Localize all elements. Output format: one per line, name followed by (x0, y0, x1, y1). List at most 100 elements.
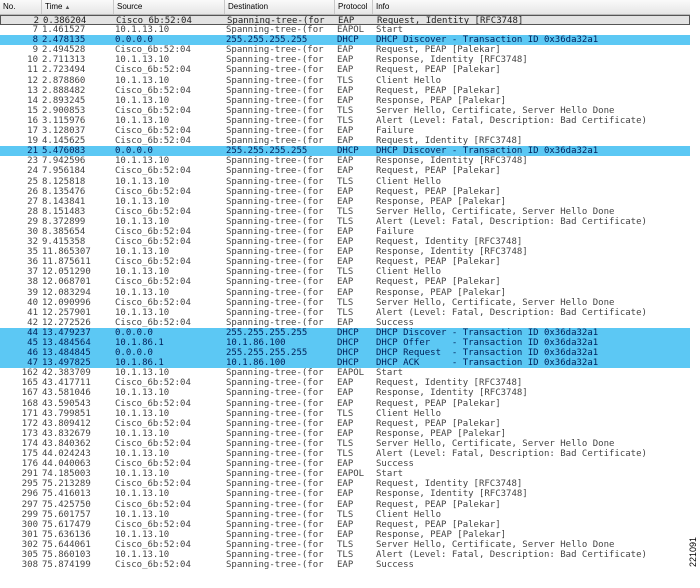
packet-no: 7 (32, 25, 38, 36)
table-row[interactable]: 165 43.417711 Cisco_6b:52:04 Spanning-tree-… (0, 378, 690, 388)
column-header-protocol[interactable]: Protocol (335, 0, 373, 14)
packet-protocol: EAP (337, 499, 354, 510)
packet-protocol: EAP (337, 156, 354, 167)
packet-list-header: No. Time ▲ Source Destination Protocol In… (0, 0, 690, 15)
packet-protocol: EAP (337, 65, 354, 76)
table-row[interactable]: 297 75.425750 Cisco_6b:52:04 Spanning-tree-… (0, 500, 690, 510)
table-row[interactable]: 162 42.383709 10.1.13.10 Spanning-tree-(for… (0, 368, 690, 378)
table-row[interactable]: 8 2.478135 0.0.0.0 255.255.255.255 DHCP DHCP … (0, 35, 690, 46)
packet-info: Server Hello, Certificate, Server Hello … (376, 539, 615, 550)
table-row[interactable]: 17 3.128037 Cisco_6b:52:04 Spanning-tree-(f… (0, 126, 690, 136)
table-row[interactable]: 14 2.893245 10.1.13.10 Spanning-tree-(for EA… (0, 96, 690, 106)
table-row[interactable]: 13 2.888482 Cisco_6b:52:04 Spanning-tree-(f… (0, 86, 690, 96)
packet-source: Cisco_6b:52:04 (115, 277, 191, 288)
table-row[interactable]: 302 75.644061 Cisco_6b:52:04 Spanning-tree-… (0, 540, 690, 550)
table-row[interactable]: 171 43.799851 10.1.13.10 Spanning-tree-(for… (0, 409, 690, 419)
packet-source: 10.1.13.10 (115, 25, 170, 36)
packet-source: Cisco_6b:52:04 (115, 297, 191, 308)
packet-destination: Spanning-tree-(for (226, 529, 324, 540)
packet-no: 176 (21, 459, 38, 470)
packet-time: 43.832679 (42, 428, 91, 439)
packet-info: Server Hello, Certificate, Server Hello … (376, 206, 615, 217)
table-row[interactable]: 29 8.372899 10.1.13.10 Spanning-tree-(for TL… (0, 217, 690, 227)
table-row[interactable]: 299 75.601757 10.1.13.10 Spanning-tree-(for… (0, 510, 690, 520)
table-row[interactable]: 295 75.213289 Cisco_6b:52:04 Spanning-tree-… (0, 479, 690, 489)
packet-info: DHCP Request - Transaction ID 0x36da32a1 (376, 348, 599, 359)
packet-info: Client Hello (376, 75, 442, 86)
table-row[interactable]: 175 44.024243 10.1.13.10 Spanning-tree-(for… (0, 449, 690, 459)
packet-info: Client Hello (376, 176, 442, 187)
packet-destination: 10.1.86.100 (226, 338, 286, 348)
table-row[interactable]: 40 12.090996 Cisco_6b:52:04 Spanning-tree-(… (0, 298, 690, 308)
table-row[interactable]: 16 3.115976 10.1.13.10 Spanning-tree-(for TL… (0, 116, 690, 126)
table-row[interactable]: 9 2.494528 Cisco_6b:52:04 Spanning-tree-(fo… (0, 45, 690, 55)
table-row[interactable]: 7 1.461527 10.1.13.10 Spanning-tree-(for EAP… (0, 25, 690, 35)
table-row[interactable]: 296 75.416013 10.1.13.10 Spanning-tree-(for… (0, 489, 690, 499)
table-row[interactable]: 12 2.878860 10.1.13.10 Spanning-tree-(for TL… (0, 76, 690, 86)
table-row[interactable]: 24 7.956184 Cisco_6b:52:04 Spanning-tree-(f… (0, 166, 690, 176)
table-row[interactable]: 27 8.143841 10.1.13.10 Spanning-tree-(for EA… (0, 197, 690, 207)
table-row[interactable]: 173 43.832679 10.1.13.10 Spanning-tree-(for… (0, 429, 690, 439)
packet-no: 35 (27, 247, 38, 258)
table-row[interactable]: 176 44.040063 Cisco_6b:52:04 Spanning-tree-… (0, 459, 690, 469)
column-header-time[interactable]: Time ▲ (42, 0, 114, 14)
table-row[interactable]: 35 11.865307 10.1.13.10 Spanning-tree-(for E… (0, 247, 690, 257)
table-row[interactable]: 168 43.590543 Cisco_6b:52:04 Spanning-tree-… (0, 399, 690, 409)
packet-time: 12.083294 (42, 287, 91, 298)
packet-no: 172 (21, 418, 38, 429)
table-row[interactable]: 300 75.617479 Cisco_6b:52:04 Spanning-tree-… (0, 520, 690, 530)
column-header-source[interactable]: Source (114, 0, 225, 14)
table-row[interactable]: 19 4.145625 Cisco_6b:52:04 Spanning-tree-(f… (0, 136, 690, 146)
table-row[interactable]: 167 43.581046 10.1.13.10 Spanning-tree-(for… (0, 388, 690, 398)
table-row[interactable]: 291 74.185003 10.1.13.10 Spanning-tree-(for… (0, 469, 690, 479)
table-row[interactable]: 37 12.051290 10.1.13.10 Spanning-tree-(for T… (0, 267, 690, 277)
packet-protocol: TLS (337, 539, 354, 550)
column-header-no-label: No. (3, 2, 16, 11)
table-row[interactable]: 23 7.942596 10.1.13.10 Spanning-tree-(for EA… (0, 156, 690, 166)
table-row[interactable]: 47 13.497825 10.1.86.1 10.1.86.100 DHCP DHCP … (0, 358, 690, 369)
packet-no: 11 (27, 65, 38, 76)
table-row[interactable]: 42 12.272526 Cisco_6b:52:04 Spanning-tree-(… (0, 318, 690, 328)
packet-destination: Spanning-tree-(for (226, 509, 324, 520)
table-row[interactable]: 174 43.840362 Cisco_6b:52:04 Spanning-tree-… (0, 439, 690, 449)
table-row[interactable]: 44 13.479237 0.0.0.0 255.255.255.255 DHCP DHC… (0, 327, 690, 338)
table-row[interactable]: 39 12.083294 10.1.13.10 Spanning-tree-(for E… (0, 288, 690, 298)
table-row[interactable]: 36 11.875611 Cisco_6b:52:04 Spanning-tree-(… (0, 257, 690, 267)
table-row[interactable]: 26 8.135476 Cisco_6b:52:04 Spanning-tree-(f… (0, 187, 690, 197)
packet-no: 42 (27, 317, 38, 328)
table-row[interactable]: 45 13.484564 10.1.86.1 10.1.86.100 DHCP DHCP … (0, 338, 690, 349)
table-row[interactable]: 28 8.151483 Cisco_6b:52:04 Spanning-tree-(f… (0, 207, 690, 217)
column-header-info-label: Info (376, 2, 390, 11)
packet-time: 11.865307 (42, 247, 91, 258)
packet-no: 27 (27, 196, 38, 207)
table-row[interactable]: 41 12.257901 10.1.13.10 Spanning-tree-(for T… (0, 308, 690, 318)
table-row[interactable]: 308 75.874199 Cisco_6b:52:04 Spanning-tree-… (0, 560, 690, 570)
packet-info: Response, PEAP [Palekar] (376, 95, 507, 106)
column-header-info[interactable]: Info (373, 0, 690, 14)
packet-source: 10.1.13.10 (115, 287, 170, 298)
table-row[interactable]: 32 9.415358 Cisco_6b:52:04 Spanning-tree-(f… (0, 237, 690, 247)
packet-destination: Spanning-tree-(for (226, 85, 324, 96)
table-row[interactable]: 172 43.809412 Cisco_6b:52:04 Spanning-tree-… (0, 419, 690, 429)
column-header-source-label: Source (117, 2, 143, 11)
column-header-no[interactable]: No. (0, 0, 42, 14)
table-row[interactable]: 15 2.900853 Cisco_6b:52:04 Spanning-tree-(f… (0, 106, 690, 116)
table-row[interactable]: 38 12.068701 Cisco_6b:52:04 Spanning-tree-(… (0, 277, 690, 287)
table-row[interactable]: 21 5.476083 0.0.0.0 255.255.255.255 DHCP DHCP… (0, 146, 690, 157)
table-row[interactable]: 305 75.860103 10.1.13.10 Spanning-tree-(for… (0, 550, 690, 560)
table-row[interactable]: 2 0.386204 Cisco_6b:52:04 Spanning-tree-(fo… (0, 15, 690, 26)
column-header-time-label: Time (45, 2, 63, 11)
packet-protocol: DHCP (337, 338, 359, 348)
packet-destination: Spanning-tree-(for (226, 267, 324, 278)
table-row[interactable]: 11 2.723494 Cisco_6b:52:04 Spanning-tree-(f… (0, 65, 690, 75)
packet-time: 75.425750 (42, 499, 91, 510)
column-header-destination[interactable]: Destination (225, 0, 335, 14)
table-row[interactable]: 46 13.484845 0.0.0.0 255.255.255.255 DHCP DHC… (0, 348, 690, 359)
table-row[interactable]: 25 8.125818 10.1.13.10 Spanning-tree-(for TL… (0, 177, 690, 187)
packet-time: 8.385654 (42, 226, 86, 237)
table-row[interactable]: 10 2.711313 10.1.13.10 Spanning-tree-(for EA… (0, 55, 690, 65)
packet-protocol: EAP (337, 398, 354, 409)
table-row[interactable]: 30 8.385654 Cisco_6b:52:04 Spanning-tree-(f… (0, 227, 690, 237)
packet-no: 175 (21, 449, 38, 460)
table-row[interactable]: 301 75.636136 10.1.13.10 Spanning-tree-(for… (0, 530, 690, 540)
